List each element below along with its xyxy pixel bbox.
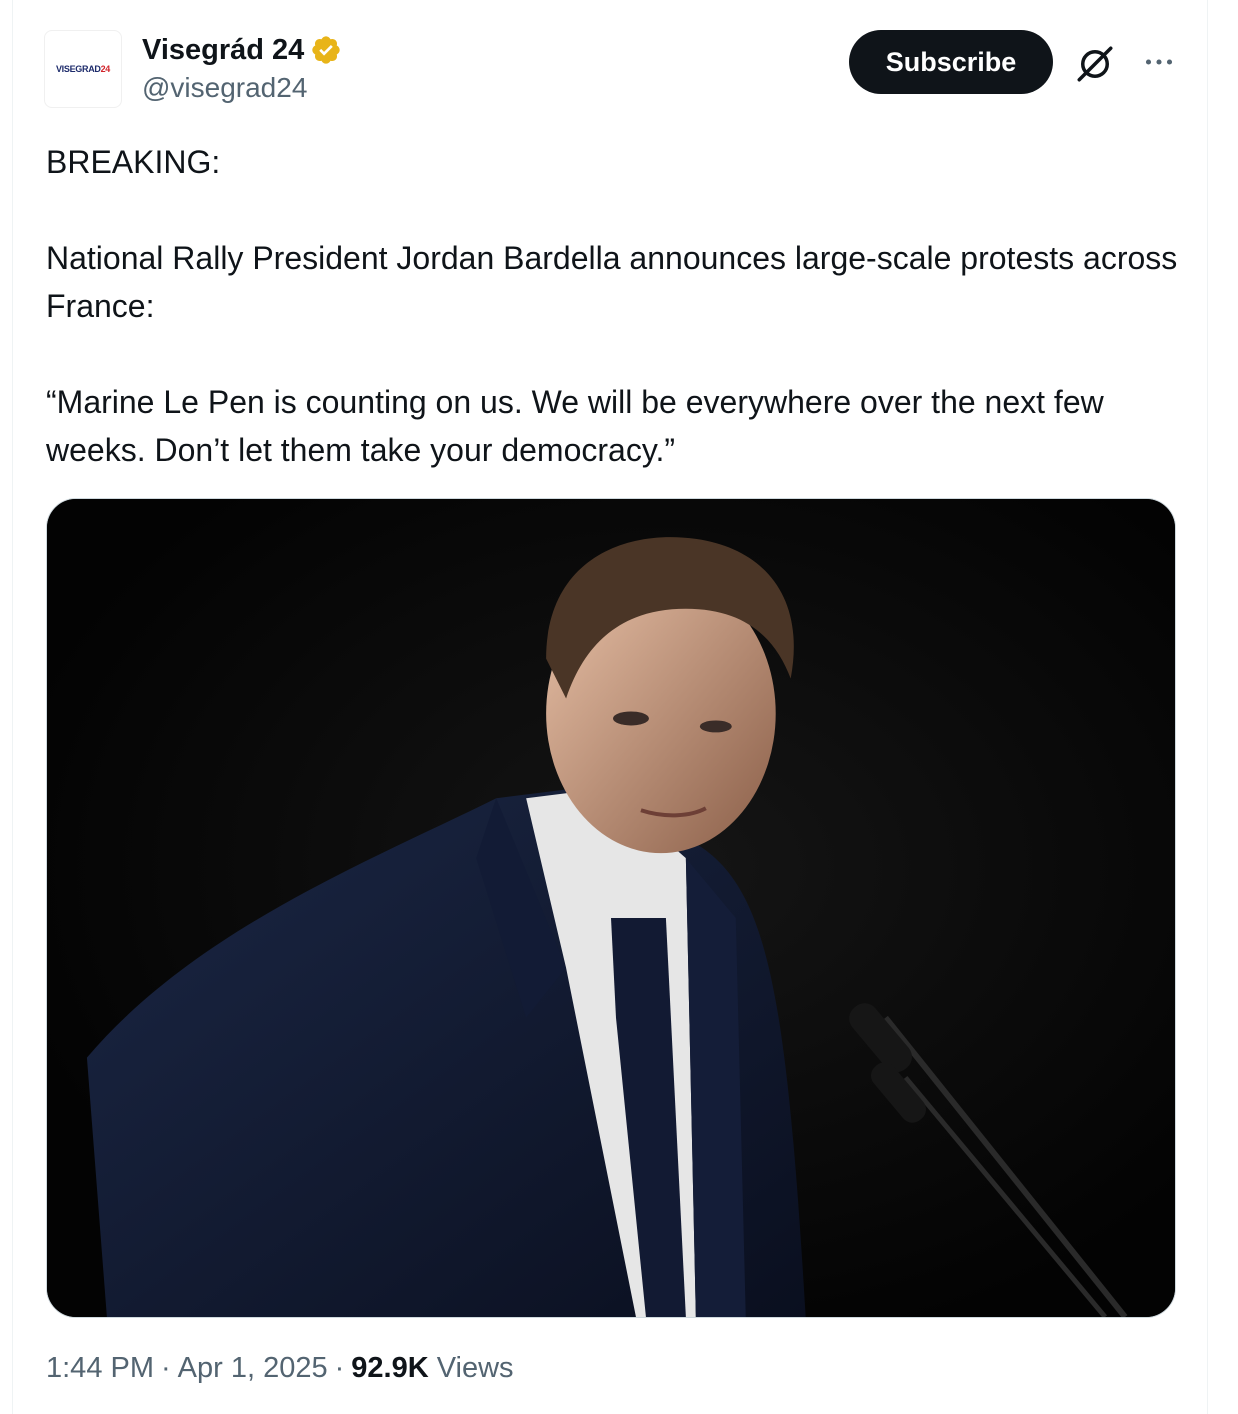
tweet-meta: 1:44 PM · Apr 1, 2025 · 92.9K Views [46,1352,514,1385]
tweet-date[interactable]: Apr 1, 2025 [178,1352,328,1385]
tweet-text: BREAKING: National Rally President Jorda… [46,138,1186,474]
tweet-time[interactable]: 1:44 PM [46,1352,154,1385]
tweet-paragraph-announcement: National Rally President Jordan Bardella… [46,240,1178,324]
author-handle[interactable]: @visegrad24 [142,72,307,104]
grok-icon[interactable] [1074,43,1116,85]
subscribe-button[interactable]: Subscribe [849,30,1053,94]
avatar-logo: VISEGRAD24 [55,64,111,74]
tweet-paragraph-quote: “Marine Le Pen is counting on us. We wil… [46,384,1104,468]
photo-illustration [47,499,1175,1317]
author-name-row[interactable]: Visegrád 24 [142,30,342,70]
meta-separator: · [334,1352,345,1384]
views-count[interactable]: 92.9K [351,1352,428,1385]
views-label[interactable]: Views [437,1352,514,1385]
meta-separator: · [161,1352,171,1384]
verified-badge-icon[interactable] [310,34,342,66]
author-display-name[interactable]: Visegrád 24 [142,34,304,67]
more-icon[interactable] [1139,44,1179,80]
avatar[interactable]: VISEGRAD24 [44,30,122,108]
tweet-paragraph-breaking: BREAKING: [46,144,221,180]
tweet-photo[interactable] [46,498,1176,1318]
